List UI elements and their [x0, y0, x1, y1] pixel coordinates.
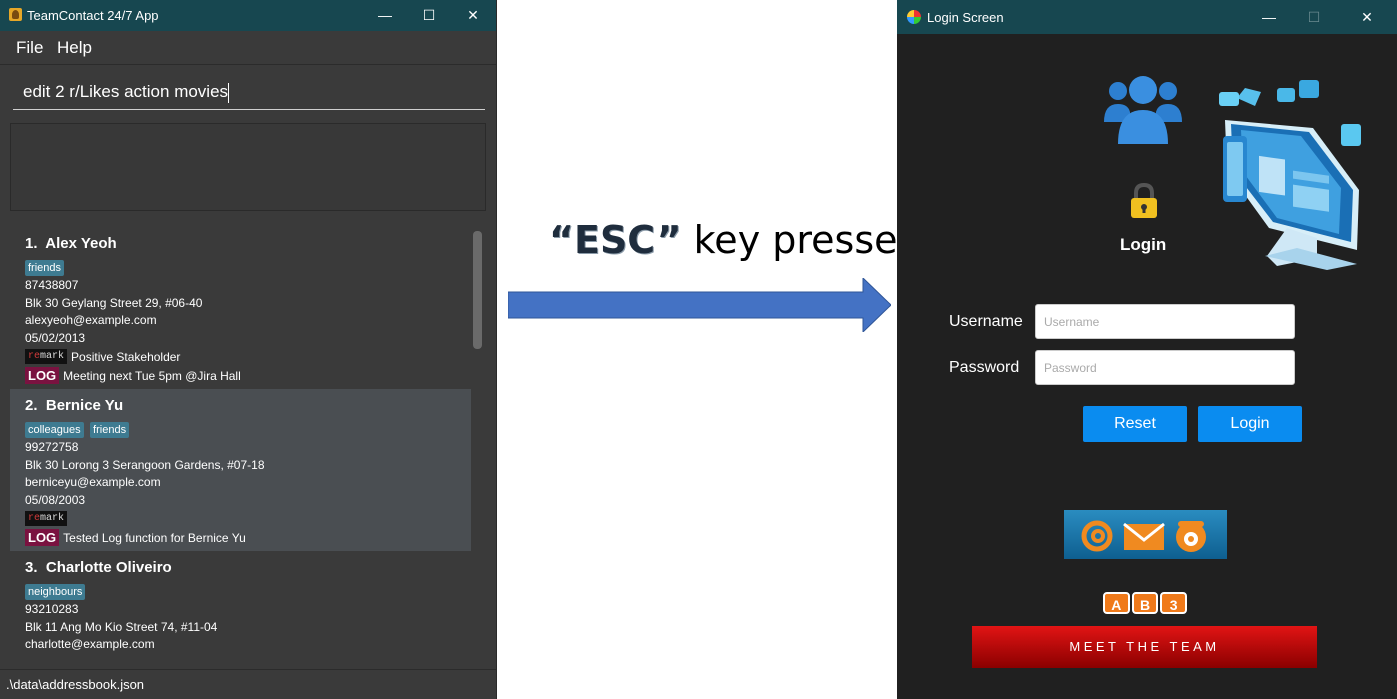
- person-birthday: 05/08/2003: [25, 492, 86, 507]
- right-arrow-icon: [508, 278, 891, 332]
- minimize-icon[interactable]: —: [363, 0, 407, 31]
- person-address: Blk 30 Geylang Street 29, #06-40: [25, 295, 203, 310]
- password-input[interactable]: [1035, 350, 1295, 385]
- users-icon: [1104, 76, 1182, 144]
- log-badge: LOG: [25, 529, 60, 546]
- person-log: Tested Log function for Bernice Yu: [63, 530, 246, 545]
- list-scrollbar[interactable]: [473, 231, 482, 349]
- login-heading: Login: [1120, 235, 1167, 254]
- login-window: Login Screen — ☐ ✕ Login Username Userna…: [897, 0, 1397, 699]
- person-address: Blk 30 Lorong 3 Serangoon Gardens, #07-1…: [25, 457, 265, 472]
- result-display: [10, 123, 486, 211]
- esc-key-label: ESC: [573, 218, 657, 262]
- remark-badge: remark: [25, 349, 68, 364]
- title-bar: Login Screen — ☐ ✕: [897, 0, 1397, 34]
- login-button[interactable]: Login: [1198, 406, 1302, 442]
- remark-row: remark: [25, 509, 456, 528]
- menu-file[interactable]: File: [16, 38, 43, 58]
- esc-close-quote: ”: [656, 218, 682, 262]
- log-badge: LOG: [25, 367, 60, 384]
- person-card[interactable]: 3. Charlotte Oliveiro neighbours 9321028…: [10, 551, 471, 659]
- minimize-icon[interactable]: —: [1247, 2, 1291, 33]
- person-email: berniceyu@example.com: [25, 475, 161, 489]
- tag: friends: [90, 422, 130, 438]
- addressbook-window: TeamContact 24/7 App — ☐ ✕ File Help edi…: [0, 0, 497, 699]
- person-name: Alex Yeoh: [45, 235, 117, 252]
- window-title: Login Screen: [927, 10, 1004, 25]
- log-row: LOG Tested Log function for Bernice Yu: [25, 528, 456, 547]
- tag: friends: [25, 260, 65, 276]
- person-log: Meeting next Tue 5pm @Jira Hall: [63, 368, 241, 383]
- logo-letter: 3: [1160, 592, 1188, 614]
- window-title: TeamContact 24/7 App: [27, 8, 159, 23]
- app-icon: [9, 8, 22, 21]
- person-remark: Positive Stakeholder: [71, 349, 181, 364]
- person-card-selected[interactable]: 2. Bernice Yu colleagues friends 9927275…: [10, 389, 471, 551]
- lock-icon: [1131, 183, 1157, 218]
- person-name-row: 2. Bernice Yu: [25, 397, 456, 418]
- app-icon: [907, 10, 921, 24]
- esc-rest: key pressed: [681, 218, 922, 262]
- person-email: charlotte@example.com: [25, 637, 155, 651]
- username-input[interactable]: [1035, 304, 1295, 339]
- contact-banner[interactable]: [1064, 510, 1227, 559]
- contact-icons: [1081, 520, 1206, 552]
- maximize-icon[interactable]: ☐: [407, 0, 451, 31]
- log-row: LOG Meeting next Tue 5pm @Jira Hall: [25, 366, 456, 385]
- close-icon[interactable]: ✕: [451, 0, 495, 31]
- command-text: edit 2 r/Likes action movies: [23, 82, 229, 101]
- person-list[interactable]: 1. Alex Yeoh friends 87438807 Blk 30 Gey…: [10, 227, 471, 659]
- person-card[interactable]: 1. Alex Yeoh friends 87438807 Blk 30 Gey…: [10, 227, 471, 389]
- person-name-row: 3. Charlotte Oliveiro: [25, 559, 456, 580]
- command-input[interactable]: edit 2 r/Likes action movies: [13, 76, 485, 110]
- person-index: 2.: [25, 397, 38, 414]
- reset-button[interactable]: Reset: [1083, 406, 1187, 442]
- person-phone: 99272758: [25, 440, 79, 454]
- menu-bar: File Help: [0, 31, 496, 65]
- status-bar: .\data\addressbook.json: [0, 669, 496, 699]
- person-address: Blk 11 Ang Mo Kio Street 74, #11-04: [25, 619, 218, 634]
- person-index: 1.: [25, 235, 38, 252]
- menu-help[interactable]: Help: [57, 38, 92, 58]
- title-bar: TeamContact 24/7 App — ☐ ✕: [0, 0, 496, 31]
- text-caret: [228, 82, 230, 103]
- person-phone: 87438807: [25, 278, 79, 292]
- person-name: Bernice Yu: [45, 397, 124, 414]
- logo-letter: B: [1131, 592, 1159, 614]
- esc-open-quote: “: [549, 218, 574, 262]
- tag-row: colleagues friends: [25, 420, 456, 439]
- person-index: 3.: [25, 559, 38, 576]
- person-name-row: 1. Alex Yeoh: [25, 235, 456, 256]
- remark-badge: remark: [25, 511, 68, 526]
- tag-row: friends: [25, 258, 456, 277]
- maximize-icon[interactable]: ☐: [1292, 2, 1336, 33]
- meet-the-team-button[interactable]: MEET THE TEAM: [972, 626, 1317, 668]
- tag: neighbours: [25, 584, 86, 600]
- person-name: Charlotte Oliveiro: [45, 559, 172, 576]
- tag: colleagues: [25, 422, 84, 438]
- remark-row: remark Positive Stakeholder: [25, 347, 456, 366]
- esc-caption: “ESC” key pressed: [549, 218, 922, 262]
- save-path: .\data\addressbook.json: [6, 677, 145, 692]
- person-email: alexyeoh@example.com: [25, 313, 157, 327]
- username-label: Username: [949, 313, 1023, 330]
- person-phone: 93210283: [25, 602, 79, 616]
- logo-letter: A: [1103, 592, 1130, 614]
- tag-row: neighbours: [25, 582, 456, 601]
- close-icon[interactable]: ✕: [1345, 2, 1389, 33]
- person-birthday: 05/02/2013: [25, 330, 86, 345]
- computer-illustration: [1219, 80, 1361, 270]
- ab3-logo: A B 3: [1103, 592, 1188, 614]
- password-label: Password: [949, 359, 1020, 376]
